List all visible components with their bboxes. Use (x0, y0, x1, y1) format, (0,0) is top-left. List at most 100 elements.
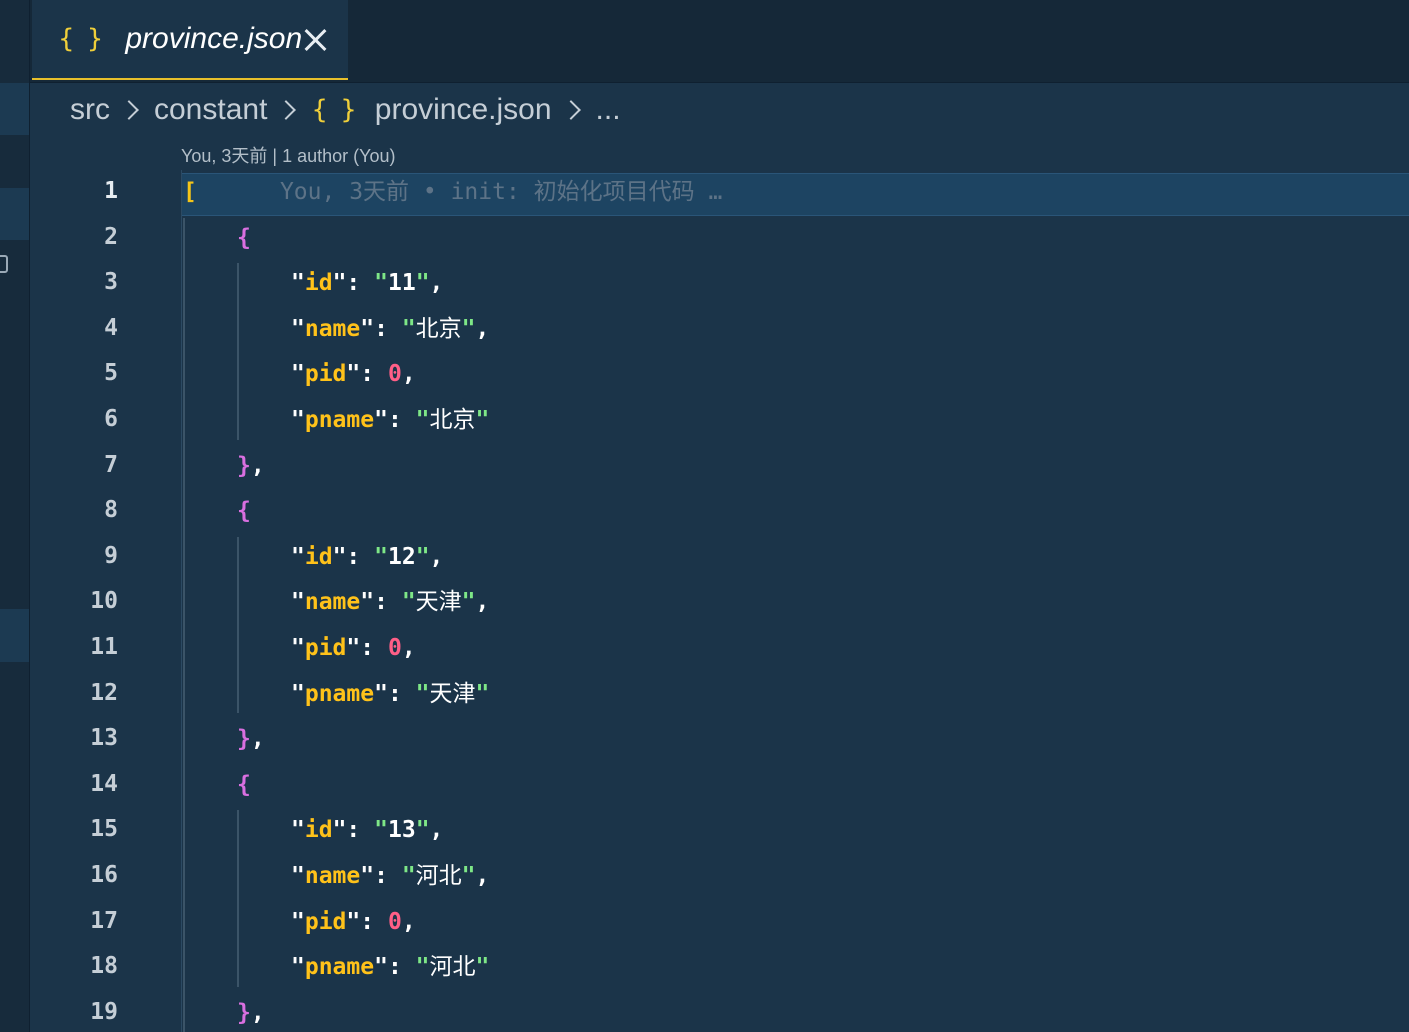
line-number: 8 (104, 497, 118, 524)
json-key: name (304, 315, 361, 342)
tab-bar: { } province.json (30, 0, 1409, 83)
line-number: 12 (90, 679, 118, 706)
tab-label: province.json (125, 22, 303, 55)
json-object-brace: } (237, 726, 251, 753)
json-comma: , (475, 315, 490, 342)
breadcrumb-item-file[interactable]: province.json (375, 93, 552, 127)
json-comma: , (250, 999, 265, 1026)
json-number-value: 0 (387, 361, 402, 388)
copy-icon[interactable] (0, 255, 8, 273)
code-line: "pname": "北京" (291, 398, 489, 443)
json-colon: : (360, 361, 388, 388)
json-quote: " (401, 315, 416, 342)
code-line: "pname": "天津" (291, 672, 489, 717)
json-quote: " (346, 635, 361, 661)
code-line: "id": "13", (291, 808, 443, 853)
line-number: 14 (90, 770, 118, 797)
json-quote: " (461, 863, 476, 889)
json-quote: " (360, 315, 375, 342)
json-object-brace: } (237, 999, 251, 1026)
json-quote: " (291, 407, 305, 433)
code-line: "pid": 0, (291, 352, 416, 397)
line-number: 19 (90, 998, 118, 1025)
line-number: 1 (104, 178, 118, 204)
json-key: id (304, 817, 333, 844)
json-quote: " (291, 270, 305, 297)
sidebar-divider (29, 0, 30, 1032)
sidebar-row-highlight[interactable] (0, 188, 30, 240)
json-key: id (304, 543, 333, 570)
json-quote: " (374, 543, 388, 570)
json-comma: , (401, 361, 416, 388)
tab-province-json[interactable]: { } province.json (32, 0, 348, 80)
json-string-value: 12 (387, 543, 416, 570)
sidebar-row-highlight[interactable] (0, 609, 30, 662)
json-quote: " (374, 407, 388, 433)
line-number: 2 (104, 223, 118, 250)
code-line: "pid": 0, (291, 626, 416, 671)
json-colon: : (360, 635, 388, 661)
json-colon: : (387, 954, 416, 981)
json-quote: " (291, 543, 305, 570)
code-line: }, (237, 444, 265, 489)
breadcrumb: src constant { } province.json ... (30, 83, 1409, 137)
line-number: 6 (104, 406, 118, 432)
json-string-value: 11 (387, 270, 416, 297)
line-number: 3 (104, 269, 118, 296)
editor-window: { } province.json src constant { } provi… (0, 0, 1409, 1032)
line-number: 18 (90, 953, 118, 980)
json-quote: " (291, 680, 305, 707)
code-line: [ You, 3天前 • init: 初始化项目代码 … (183, 170, 722, 215)
json-quote: " (475, 680, 490, 707)
json-colon: : (374, 315, 402, 342)
json-string-value: 天津 (415, 589, 462, 616)
json-string-value: 北京 (429, 407, 476, 433)
json-string-value: 北京 (415, 315, 462, 342)
activity-sidebar-edge (0, 0, 30, 1032)
json-quote: " (415, 270, 430, 297)
line-number: 13 (90, 725, 118, 752)
json-quote: " (374, 817, 388, 844)
line-number: 5 (104, 360, 118, 387)
json-comma: , (401, 635, 416, 661)
json-quote: " (332, 543, 347, 570)
json-colon: : (346, 817, 375, 844)
json-key: pid (304, 361, 347, 388)
code-line: "name": "天津", (291, 580, 489, 625)
breadcrumb-item-ellipsis[interactable]: ... (596, 93, 621, 127)
json-object-brace: { (237, 224, 251, 251)
json-string-value: 天津 (429, 680, 476, 707)
breadcrumb-item-src[interactable]: src (70, 93, 110, 127)
close-icon[interactable] (302, 26, 330, 54)
json-comma: , (429, 270, 444, 297)
json-quote: " (291, 635, 305, 661)
json-quote: " (415, 680, 430, 707)
json-object-brace: { (237, 498, 251, 525)
sidebar-row-highlight[interactable] (0, 83, 30, 135)
json-quote: " (461, 589, 476, 616)
code-line: { (237, 763, 251, 808)
line-number: 7 (104, 451, 118, 478)
code-line: "pid": 0, (291, 900, 416, 945)
json-colon: : (346, 270, 375, 297)
json-quote: " (360, 589, 375, 616)
chevron-right-icon (276, 100, 297, 120)
json-number-value: 0 (387, 635, 402, 661)
breadcrumb-item-constant[interactable]: constant (154, 93, 267, 127)
code-editor[interactable]: [ You, 3天前 • init: 初始化项目代码 …{"id": "11",… (181, 170, 1409, 1032)
json-key: name (304, 589, 361, 616)
json-string-value: 河北 (415, 863, 462, 889)
json-key: pid (304, 908, 347, 935)
json-quote: " (291, 954, 305, 981)
json-quote: " (291, 589, 305, 616)
git-blame-codelens[interactable]: You, 3天前 | 1 author (You) (181, 142, 395, 166)
json-string-value: 河北 (429, 954, 476, 981)
json-quote: " (346, 908, 361, 935)
json-comma: , (475, 589, 490, 616)
code-line: { (237, 216, 251, 261)
json-quote: " (401, 589, 416, 616)
json-number-value: 0 (387, 908, 402, 935)
json-quote: " (346, 361, 361, 388)
code-line: "id": "12", (291, 535, 443, 580)
